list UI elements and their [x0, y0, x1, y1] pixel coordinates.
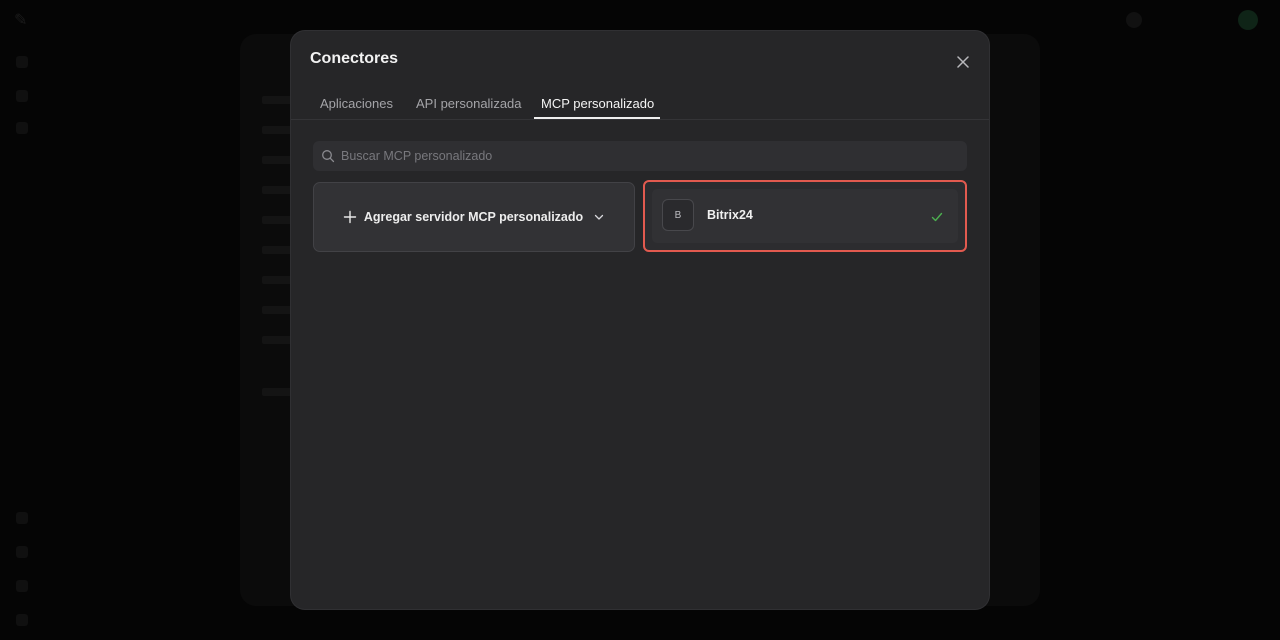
tab-mcp-personalizado[interactable]: MCP personalizado — [541, 96, 654, 111]
connectors-dialog: Conectores Aplicaciones API personalizad… — [291, 31, 989, 609]
server-avatar: B — [662, 199, 694, 231]
background-row — [262, 96, 292, 104]
background-avatar — [1238, 10, 1258, 30]
search-input[interactable] — [341, 141, 951, 171]
background-row — [262, 216, 292, 224]
background-sidebar-icon — [16, 56, 28, 68]
background-sidebar-icon — [16, 546, 28, 558]
search-box — [313, 141, 967, 171]
background-sidebar-icon — [16, 122, 28, 134]
background-sidebar-icon — [16, 90, 28, 102]
background-row — [262, 388, 292, 396]
background-row — [262, 156, 292, 164]
background-sidebar-icon — [16, 580, 28, 592]
background-row — [262, 186, 292, 194]
chevron-down-icon — [594, 214, 604, 220]
active-tab-indicator — [534, 117, 660, 119]
background-row — [262, 306, 292, 314]
server-card-bitrix24[interactable]: B Bitrix24 — [643, 180, 967, 252]
background-sidebar-icon — [16, 512, 28, 524]
background-row — [262, 276, 292, 284]
background-row — [262, 126, 292, 134]
background-row — [262, 246, 292, 254]
add-server-label: Agregar servidor MCP personalizado — [363, 210, 584, 224]
background-sidebar-icon — [16, 614, 28, 626]
background-row — [262, 336, 292, 344]
close-button[interactable] — [953, 52, 973, 72]
tab-api-personalizada[interactable]: API personalizada — [416, 96, 522, 111]
tab-aplicaciones[interactable]: Aplicaciones — [320, 96, 393, 111]
search-icon — [322, 150, 335, 163]
background-topbar-icon — [1126, 12, 1142, 28]
add-custom-mcp-server-button[interactable]: Agregar servidor MCP personalizado — [313, 182, 635, 252]
background-logo-icon: ✎ — [14, 12, 28, 29]
tab-bar: Aplicaciones API personalizada MCP perso… — [291, 89, 989, 120]
server-initial: B — [674, 209, 682, 221]
close-icon — [957, 56, 969, 68]
plus-icon — [343, 210, 357, 224]
server-name: Bitrix24 — [707, 208, 753, 222]
check-icon — [931, 212, 943, 222]
dialog-title: Conectores — [310, 50, 399, 67]
